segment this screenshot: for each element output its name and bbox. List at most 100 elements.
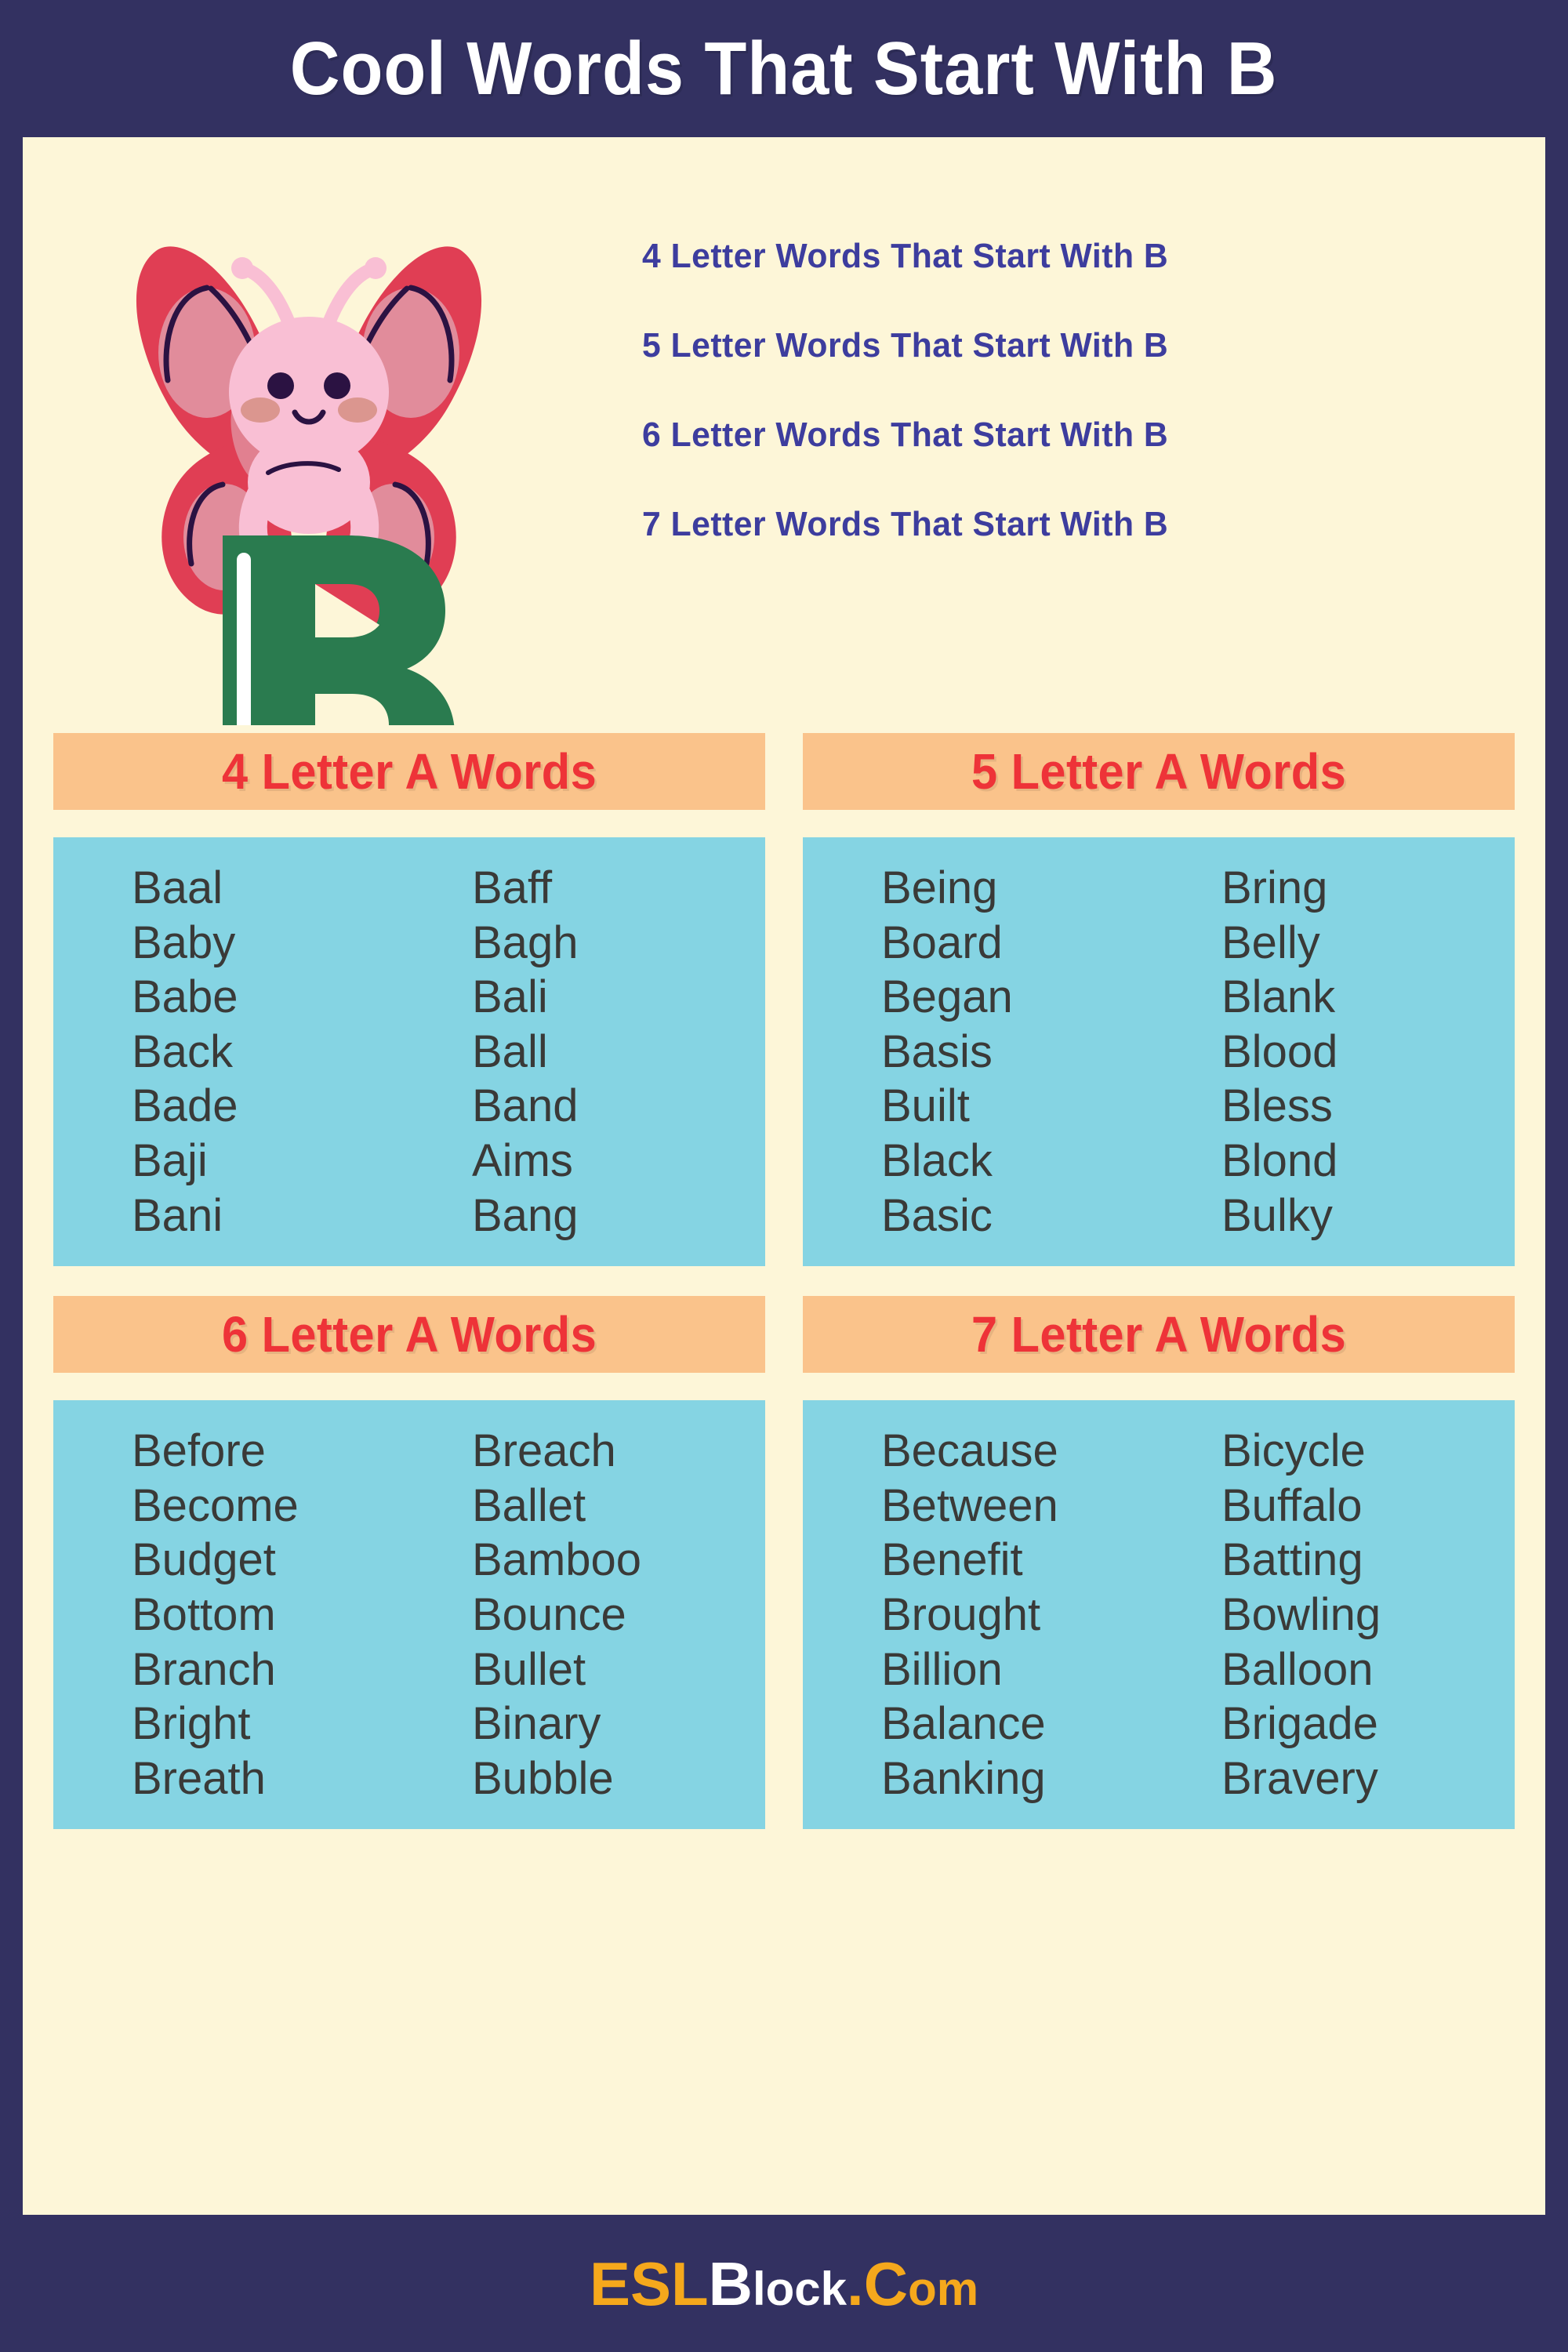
word-item: Baff xyxy=(472,862,553,913)
word-item: Bamboo xyxy=(472,1534,642,1586)
word-column-left: Before Become Budget Bottom Branch Brigh… xyxy=(53,1424,425,1806)
word-item: Budget xyxy=(132,1534,276,1586)
word-item: Become xyxy=(132,1479,299,1531)
word-item: Bani xyxy=(132,1189,223,1241)
word-item: Bright xyxy=(132,1698,251,1750)
word-item: Basis xyxy=(881,1025,993,1077)
word-item: Branch xyxy=(132,1643,276,1695)
word-item: Between xyxy=(881,1479,1058,1531)
section-title: 6 Letter A Words xyxy=(221,1306,597,1363)
site-brand[interactable]: ESLBlock.Com xyxy=(590,2253,978,2314)
word-item: Bagh xyxy=(472,916,579,968)
word-item: Brigade xyxy=(1221,1698,1378,1750)
word-column-left: Baal Baby Babe Back Bade Baji Bani xyxy=(53,861,425,1243)
word-item: Back xyxy=(132,1025,233,1077)
word-item: Blank xyxy=(1221,971,1336,1023)
word-item: Brought xyxy=(881,1588,1041,1640)
word-item: Batting xyxy=(1221,1534,1363,1586)
brand-c: C xyxy=(863,2249,909,2318)
brand-esl: ESL xyxy=(589,2249,709,2318)
word-item: Banking xyxy=(881,1752,1046,1804)
section-7-letter: 7 Letter A Words Because Between Benefit… xyxy=(803,1296,1515,1830)
word-item: Baji xyxy=(132,1134,208,1186)
word-item: Billion xyxy=(881,1643,1003,1695)
word-item: Aims xyxy=(472,1134,573,1186)
word-sections-row-2: 6 Letter A Words Before Become Budget Bo… xyxy=(53,1296,1515,1830)
word-item: Band xyxy=(472,1080,579,1132)
title-bar: Cool Words That Start With B xyxy=(0,0,1568,137)
word-item: Bless xyxy=(1221,1080,1333,1132)
butterfly-illustration-icon xyxy=(113,145,505,725)
word-item: Breach xyxy=(472,1425,616,1477)
brand-b: B xyxy=(708,2249,753,2318)
word-item: Built xyxy=(881,1080,970,1132)
word-item: Breath xyxy=(132,1752,266,1804)
word-item: Baby xyxy=(132,916,236,968)
word-item: Being xyxy=(881,862,998,913)
word-column-left: Because Between Benefit Brought Billion … xyxy=(803,1424,1174,1806)
word-item: Blood xyxy=(1221,1025,1338,1077)
word-item: Bubble xyxy=(472,1752,614,1804)
word-item: Benefit xyxy=(881,1534,1023,1586)
word-item: Binary xyxy=(472,1698,601,1750)
section-title: 4 Letter A Words xyxy=(221,743,597,800)
word-item: Bring xyxy=(1221,862,1328,913)
brand-om: om xyxy=(908,2262,979,2315)
section-5-letter: 5 Letter A Words Being Board Began Basis… xyxy=(803,733,1515,1267)
section-header-6-letter: 6 Letter A Words xyxy=(53,1296,765,1374)
toc-item-4-letter[interactable]: 4 Letter Words That Start With B xyxy=(642,239,1464,274)
word-item: Bulky xyxy=(1221,1189,1333,1241)
word-item: Bang xyxy=(472,1189,579,1241)
section-title: 7 Letter A Words xyxy=(971,1306,1347,1363)
content-panel: 4 Letter Words That Start With B 5 Lette… xyxy=(23,137,1545,2215)
section-body-5-letter: Being Board Began Basis Built Black Basi… xyxy=(803,837,1515,1267)
word-column-right: Bicycle Buffalo Batting Bowling Balloon … xyxy=(1174,1424,1515,1806)
section-body-6-letter: Before Become Budget Bottom Branch Brigh… xyxy=(53,1400,765,1830)
word-item: Bowling xyxy=(1221,1588,1381,1640)
brand-dot: . xyxy=(847,2249,864,2318)
word-sections-row-1: 4 Letter A Words Baal Baby Babe Back Bad… xyxy=(53,733,1515,1267)
word-sections-grid: 4 Letter A Words Baal Baby Babe Back Bad… xyxy=(53,733,1515,1830)
word-item: Bounce xyxy=(472,1588,626,1640)
word-item: Balance xyxy=(881,1698,1046,1750)
word-item: Bade xyxy=(132,1080,238,1132)
toc-item-7-letter[interactable]: 7 Letter Words That Start With B xyxy=(642,507,1464,542)
section-header-5-letter: 5 Letter A Words xyxy=(803,733,1515,810)
word-item: Bullet xyxy=(472,1643,586,1695)
word-item: Bottom xyxy=(132,1588,276,1640)
word-item: Baal xyxy=(132,862,223,913)
section-6-letter: 6 Letter A Words Before Become Budget Bo… xyxy=(53,1296,765,1830)
word-column-left: Being Board Began Basis Built Black Basi… xyxy=(803,861,1174,1243)
section-body-4-letter: Baal Baby Babe Back Bade Baji Bani Baff … xyxy=(53,837,765,1267)
word-item: Before xyxy=(132,1425,266,1477)
toc-item-5-letter[interactable]: 5 Letter Words That Start With B xyxy=(642,328,1464,363)
word-item: Belly xyxy=(1221,916,1320,968)
word-column-right: Baff Bagh Bali Ball Band Aims Bang xyxy=(425,861,765,1243)
word-item: Because xyxy=(881,1425,1058,1477)
word-item: Basic xyxy=(881,1189,993,1241)
section-body-7-letter: Because Between Benefit Brought Billion … xyxy=(803,1400,1515,1830)
word-item: Ballet xyxy=(472,1479,586,1531)
toc-item-6-letter[interactable]: 6 Letter Words That Start With B xyxy=(642,418,1464,452)
word-item: Bali xyxy=(472,971,548,1023)
word-item: Black xyxy=(881,1134,993,1186)
section-header-4-letter: 4 Letter A Words xyxy=(53,733,765,810)
word-item: Bravery xyxy=(1221,1752,1378,1804)
word-item: Board xyxy=(881,916,1003,968)
footer-bar: ESLBlock.Com xyxy=(0,2215,1568,2352)
word-item: Bicycle xyxy=(1221,1425,1366,1477)
word-item: Began xyxy=(881,971,1013,1023)
table-of-contents: 4 Letter Words That Start With B 5 Lette… xyxy=(642,239,1489,542)
section-4-letter: 4 Letter A Words Baal Baby Babe Back Bad… xyxy=(53,733,765,1267)
hero-section: 4 Letter Words That Start With B 5 Lette… xyxy=(23,137,1545,733)
word-item: Babe xyxy=(132,971,238,1023)
word-column-right: Bring Belly Blank Blood Bless Blond Bulk… xyxy=(1174,861,1515,1243)
word-item: Balloon xyxy=(1221,1643,1374,1695)
word-item: Blond xyxy=(1221,1134,1338,1186)
brand-lock: lock xyxy=(752,2262,848,2315)
section-title: 5 Letter A Words xyxy=(971,743,1347,800)
word-item: Ball xyxy=(472,1025,548,1077)
word-column-right: Breach Ballet Bamboo Bounce Bullet Binar… xyxy=(425,1424,765,1806)
poster: Cool Words That Start With B 4 Letter Wo… xyxy=(0,0,1568,2352)
page-title: Cool Words That Start With B xyxy=(290,26,1278,111)
